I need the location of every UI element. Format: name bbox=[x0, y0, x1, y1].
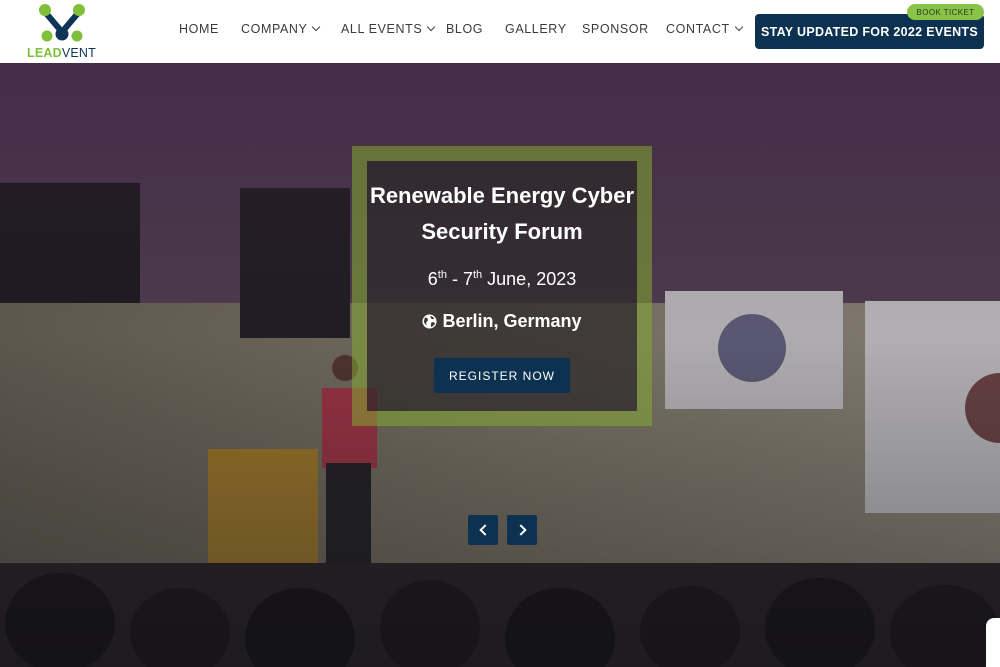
date-day2: 7 bbox=[462, 269, 473, 289]
logo[interactable]: LEADVENT bbox=[27, 2, 97, 60]
nav-home-label: HOME bbox=[179, 22, 219, 36]
date-sup1: th bbox=[437, 269, 447, 281]
logo-vent: VENT bbox=[61, 46, 96, 60]
location-label: Berlin, Germany bbox=[442, 311, 582, 331]
nav-company-label: COMPANY bbox=[241, 22, 308, 36]
nav-gallery-label: GALLERY bbox=[505, 22, 567, 36]
globe-icon bbox=[422, 314, 437, 329]
scroll-widget bbox=[986, 618, 1000, 667]
nav-home[interactable]: HOME bbox=[179, 22, 219, 36]
slider-next-button[interactable] bbox=[507, 515, 537, 545]
logo-text: LEADVENT bbox=[27, 46, 96, 60]
hero-slider: Renewable Energy Cyber Security Forum 6t… bbox=[0, 63, 1000, 667]
event-location: Berlin, Germany bbox=[367, 311, 637, 332]
nav-sponsor[interactable]: SPONSOR bbox=[582, 22, 649, 36]
logo-mark-icon bbox=[39, 4, 85, 42]
nav-all-events[interactable]: ALL EVENTS bbox=[341, 22, 436, 36]
nav-company[interactable]: COMPANY bbox=[241, 22, 321, 36]
date-day1: 6 bbox=[427, 269, 438, 289]
logo-lead: LEAD bbox=[27, 46, 62, 60]
nav-blog-label: BLOG bbox=[446, 22, 484, 36]
nav-sponsor-label: SPONSOR bbox=[582, 22, 649, 36]
site-header: LEADVENT HOME COMPANY ALL EVENTS BLOG GA… bbox=[0, 0, 1000, 63]
date-sup2: th bbox=[472, 269, 483, 281]
nav-contact-label: CONTACT bbox=[666, 22, 730, 36]
chevron-right-icon bbox=[514, 524, 527, 536]
nav-all-events-label: ALL EVENTS bbox=[341, 22, 423, 36]
nav-gallery[interactable]: GALLERY bbox=[505, 22, 567, 36]
chevron-left-icon bbox=[478, 524, 491, 536]
book-ticket-badge[interactable]: BOOK TICKET bbox=[907, 4, 984, 20]
register-now-button[interactable]: REGISTER NOW bbox=[434, 358, 570, 393]
nav-contact[interactable]: CONTACT bbox=[666, 22, 743, 36]
event-date: 6th - 7th June, 2023 bbox=[367, 269, 637, 290]
nav-blog[interactable]: BLOG bbox=[446, 22, 483, 36]
date-sep: - bbox=[446, 269, 463, 289]
slider-prev-button[interactable] bbox=[468, 515, 498, 545]
event-title: Renewable Energy Cyber Security Forum bbox=[369, 183, 635, 244]
chevron-down-icon bbox=[312, 22, 321, 32]
date-rest: June, 2023 bbox=[482, 269, 577, 289]
chevron-down-icon bbox=[427, 22, 436, 32]
chevron-down-icon bbox=[734, 22, 743, 32]
